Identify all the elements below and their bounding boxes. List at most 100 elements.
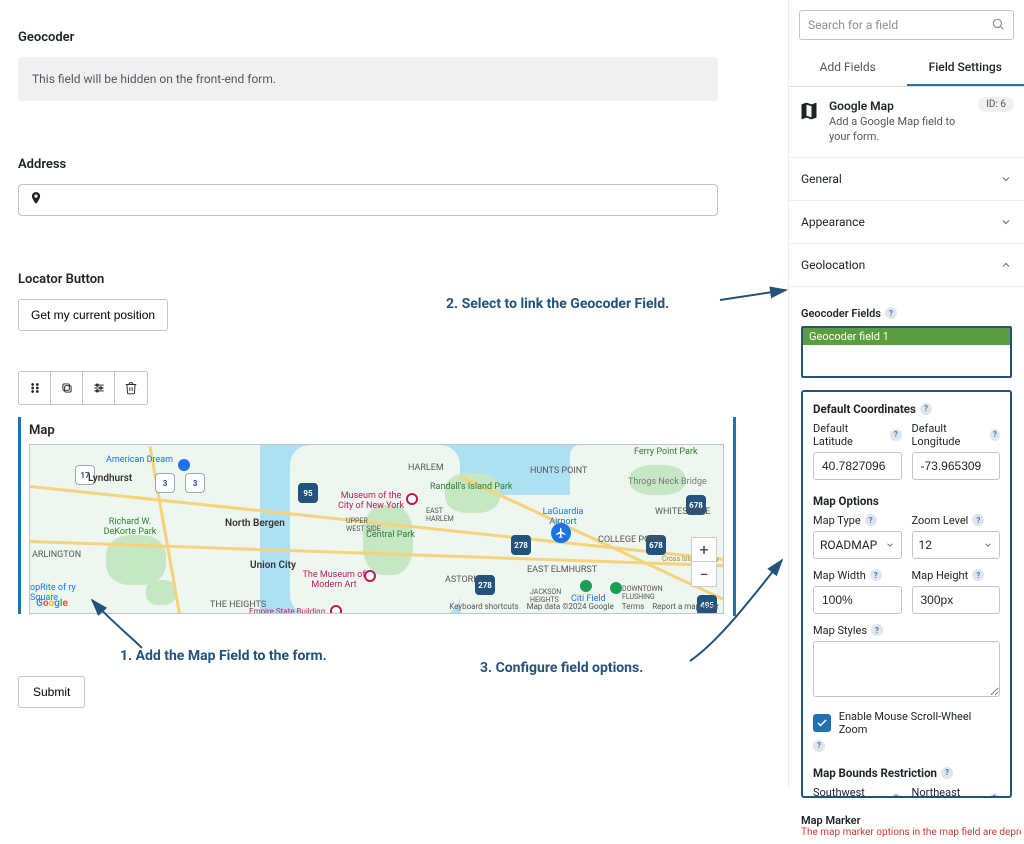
route-shield: 3 [155,473,175,493]
field-toolbar [18,371,148,405]
map-field-block[interactable]: Map 17 3 3 95 278 278 678 67 [18,417,728,614]
route-shield: 95 [298,483,318,503]
help-icon[interactable] [870,569,882,581]
chevron-down-icon [983,540,993,550]
map-place-label: DOWNTOWN FLUSHING [622,585,677,601]
accordion-appearance[interactable]: Appearance [789,201,1024,244]
scroll-zoom-label: Enable Mouse Scroll-Wheel Zoom [839,710,1000,736]
map-place-label: Richard W. DeKorte Park [100,517,160,537]
settings-sliders-icon[interactable] [83,372,115,404]
latitude-input[interactable] [813,452,902,480]
map-data-label: Map data ©2024 Google [527,602,614,611]
longitude-input[interactable] [912,452,1001,480]
google-logo: Google [36,598,68,609]
help-icon[interactable] [813,740,825,752]
locator-label: Locator Button [18,272,762,287]
help-icon[interactable] [990,429,1000,441]
geocoder-hidden-notice: This field will be hidden on the front-e… [18,57,718,101]
map-place-label: The Museum of Modern Art [299,570,369,590]
geocoder-fields-select[interactable]: Geocoder field 1 [801,326,1012,378]
map-place-label: North Bergen [225,518,285,529]
map-terms-link[interactable]: Terms [622,602,644,611]
map-place-label: Museum of the City of New York [336,491,406,511]
zoom-level-label: Zoom Level [912,514,1001,527]
help-icon[interactable] [865,514,877,526]
map-report-link[interactable]: Report a map error [652,602,719,611]
map-type-select[interactable]: ROADMAP [813,531,902,559]
callout-1: 1. Add the Map Field to the form. [120,648,327,664]
zoom-out-button[interactable]: − [692,562,716,586]
address-label: Address [18,157,762,172]
map-place-label: Lyndhurst [88,473,132,484]
map-zoom-controls: + − [691,537,717,587]
get-position-button[interactable]: Get my current position [18,299,168,331]
map-place-label: EAST HARLEM [426,507,466,523]
zoom-in-button[interactable]: + [692,538,716,562]
poi-pin-icon [178,459,190,471]
zoom-level-select[interactable]: 12 [912,531,1001,559]
map-width-input[interactable] [813,586,902,614]
map-place-label: LaGuardia Airport [538,507,588,527]
search-icon [991,17,1005,34]
map-place-label: EAST ELMHURST [527,565,597,575]
callout-2: 2. Select to link the Geocoder Field. [446,296,669,312]
tab-add-fields[interactable]: Add Fields [789,50,907,86]
help-icon[interactable] [920,403,932,415]
field-options-highlight: Default Coordinates Default Latitude Def… [801,390,1012,798]
map-canvas[interactable]: 17 3 3 95 278 278 678 678 495 American D… [29,444,724,614]
poi-pin-icon [580,580,592,592]
map-place-label: UPPER WEST SIDE [346,517,386,533]
map-place-label: HARLEM [408,463,444,473]
accordion-general-label: General [801,172,842,186]
map-place-label: ASTORIA [445,575,482,585]
help-icon[interactable] [871,624,883,636]
help-icon[interactable] [885,307,897,319]
map-place-label: HUNTS POINT [530,466,587,476]
poi-pin-icon [406,493,418,505]
map-place-label: COLLEGE POINT [598,535,664,545]
help-icon[interactable] [891,793,902,798]
search-input[interactable]: Search for a field [799,10,1014,40]
bounds-heading: Map Bounds Restriction [813,766,1000,780]
chevron-down-icon [885,540,895,550]
help-icon[interactable] [972,514,984,526]
address-input[interactable] [18,184,718,216]
scroll-zoom-checkbox[interactable] [813,714,831,732]
map-label: Map [29,423,728,438]
help-icon[interactable] [989,793,1000,798]
deprecated-notice: The map marker options in the map field … [789,827,1021,844]
help-icon[interactable] [972,569,984,581]
settings-sidebar: Search for a field Add Fields Field Sett… [788,0,1024,789]
scroll-zoom-row[interactable]: Enable Mouse Scroll-Wheel Zoom [813,710,1000,736]
field-description: Add a Google Map field to your form. [829,115,979,145]
map-icon [799,101,819,121]
help-icon[interactable] [941,767,953,779]
poi-pin-icon [330,605,342,614]
map-styles-textarea[interactable] [813,641,1000,697]
accordion-geolocation-label: Geolocation [801,258,865,272]
accordion-general[interactable]: General [789,158,1024,201]
form-builder-canvas: Geocoder This field will be hidden on th… [0,0,780,708]
tab-field-settings[interactable]: Field Settings [907,50,1024,86]
callout-3: 3. Configure field options. [480,660,643,676]
accordion-appearance-label: Appearance [801,215,865,229]
duplicate-icon[interactable] [51,372,83,404]
map-place-label: Randall's Island Park [430,482,512,492]
map-styles-label: Map Styles [813,624,1000,637]
map-height-input[interactable] [912,586,1001,614]
drag-handle-icon[interactable] [19,372,51,404]
map-place-label: Ferry Point Park [634,447,698,457]
geocoder-option-1[interactable]: Geocoder field 1 [803,328,1010,345]
map-marker-heading: Map Marker [789,810,1024,827]
geocoder-label: Geocoder [18,30,762,45]
address-field-block: Address [18,157,762,216]
chevron-up-icon [1000,259,1012,271]
map-place-label: Union City [250,560,296,571]
submit-button[interactable]: Submit [18,676,85,708]
map-shortcuts-link[interactable]: Keyboard shortcuts [449,602,518,611]
help-icon[interactable] [890,429,901,441]
trash-icon[interactable] [115,372,147,404]
field-header: Google Map Add a Google Map field to you… [789,87,1024,158]
sw-point-label: Southwest Point [813,786,902,798]
accordion-geolocation[interactable]: Geolocation [789,244,1024,287]
